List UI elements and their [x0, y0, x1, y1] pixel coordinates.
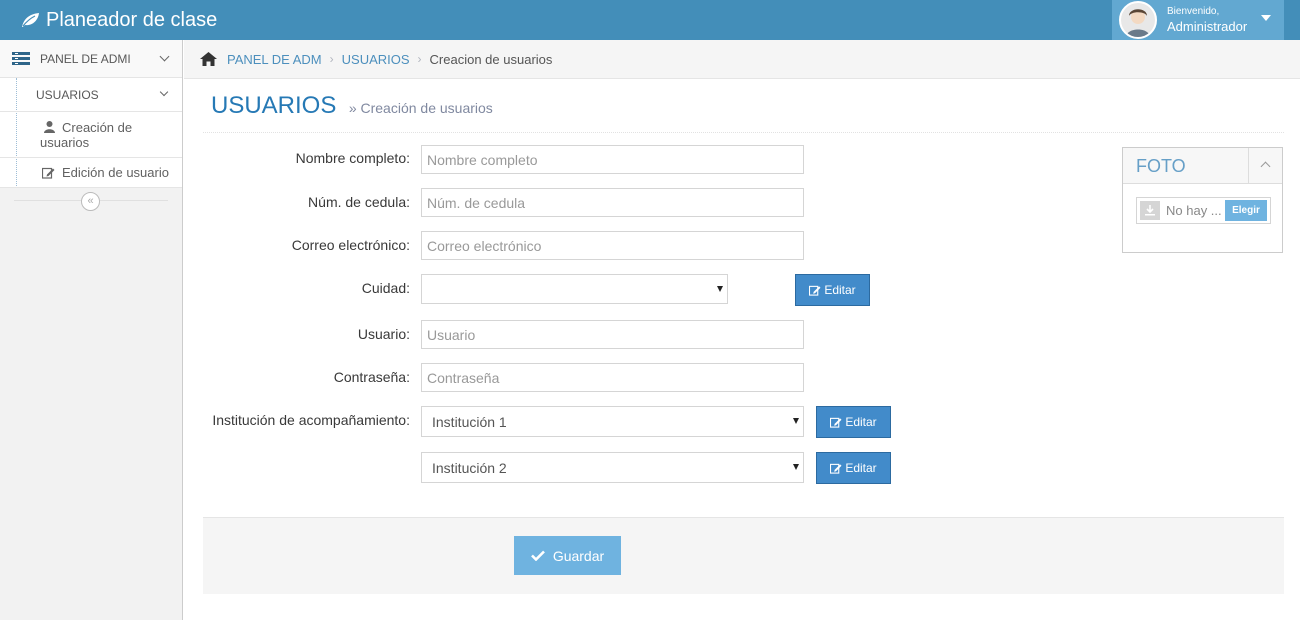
sidebar: PANEL DE ADMI USUARIOS Creación de usuar…	[0, 40, 183, 620]
sidebar-creacion-line2: usuarios	[40, 135, 90, 150]
breadcrumb-separator: ›	[329, 52, 334, 66]
dropdown-arrow-icon	[717, 286, 723, 292]
institucion-select-2[interactable]: Institución 2	[421, 452, 804, 483]
correo-input[interactable]	[421, 231, 804, 260]
breadcrumb-panel[interactable]: PANEL DE ADM	[227, 52, 322, 67]
sidebar-submenu: USUARIOS Creación de usuarios Edición de…	[0, 78, 182, 188]
app-brand[interactable]: Planeador de clase	[20, 6, 217, 34]
usuario-input[interactable]	[421, 320, 804, 349]
foto-widget-header: FOTO	[1123, 148, 1282, 184]
page-subtitle: » Creación de usuarios	[348, 100, 493, 116]
caret-down-icon	[1261, 15, 1271, 21]
foto-title: FOTO	[1136, 156, 1186, 176]
contrasena-label: Contraseña:	[333, 369, 410, 385]
save-button-label: Guardar	[552, 547, 605, 564]
institucion-select-2-value: Institución 2	[432, 459, 507, 476]
sidebar-edicion-label: Edición de usuario	[62, 165, 169, 180]
chevron-up-icon	[1260, 161, 1271, 172]
contrasena-input[interactable]	[421, 363, 804, 392]
page-header: USUARIOS » Creación de usuarios	[203, 80, 1284, 133]
double-chevron-left-icon[interactable]: «	[81, 192, 100, 211]
usuario-label: Usuario:	[357, 326, 410, 342]
nombre-input[interactable]	[421, 145, 804, 174]
user-avatar-icon	[1121, 3, 1155, 37]
user-icon	[44, 121, 55, 133]
dashboard-icon	[12, 51, 30, 65]
breadcrumb-active: Creacion de usuarios	[429, 51, 553, 67]
sidebar-item-panel[interactable]: PANEL DE ADMI	[0, 40, 182, 78]
edit-icon	[42, 167, 55, 179]
sidebar-usuarios-label: USUARIOS	[36, 87, 99, 102]
app-title: Planeador de clase	[46, 8, 218, 31]
institucion-label: Institución de acompañamiento:	[212, 412, 410, 428]
sidebar-panel-label: PANEL DE ADMI	[40, 51, 131, 66]
edit-institucion-2-label: Editar	[845, 461, 877, 475]
choose-file-button[interactable]: Elegir	[1225, 200, 1267, 221]
edit-icon	[809, 285, 821, 296]
cedula-label: Núm. de cedula:	[308, 194, 410, 210]
breadcrumb: PANEL DE ADM › USUARIOS › Creacion de us…	[184, 40, 1300, 79]
sidebar-item-usuarios[interactable]: USUARIOS	[0, 78, 182, 112]
chevron-down-icon	[159, 51, 170, 62]
form-actions: Guardar	[203, 517, 1284, 594]
foto-widget: FOTO No hay ... Elegir	[1122, 147, 1283, 253]
nombre-label: Nombre completo:	[295, 150, 410, 166]
breadcrumb-usuarios[interactable]: USUARIOS	[342, 52, 410, 67]
file-input-text: No hay ...	[1166, 203, 1222, 218]
user-menu[interactable]: Bienvenido, Administrador	[1112, 0, 1284, 40]
chevron-down-icon	[159, 87, 169, 97]
sidebar-collapse: «	[0, 188, 182, 214]
ciudad-select[interactable]	[421, 274, 728, 304]
check-icon	[530, 550, 545, 561]
user-greeting: Bienvenido,	[1167, 6, 1220, 17]
institucion-select-1[interactable]: Institución 1	[421, 406, 804, 437]
top-navbar: Planeador de clase Bienvenido, Administr…	[0, 0, 1300, 40]
avatar	[1119, 1, 1157, 39]
sidebar-creacion-line1: Creación de	[62, 120, 133, 135]
page-title: USUARIOS	[211, 92, 337, 119]
sidebar-item-edicion[interactable]: Edición de usuario	[0, 158, 182, 188]
file-input[interactable]: No hay ... Elegir	[1136, 197, 1271, 224]
collapse-widget-button[interactable]	[1248, 148, 1282, 183]
edit-ciudad-button[interactable]: Editar	[795, 274, 870, 306]
sidebar-item-creacion[interactable]: Creación de usuarios	[0, 112, 182, 158]
edit-icon	[830, 463, 842, 474]
user-name: Administrador	[1167, 19, 1248, 34]
institucion-select-1-value: Institución 1	[432, 413, 507, 430]
correo-label: Correo electrónico:	[291, 237, 410, 253]
edit-institucion-2-button[interactable]: Editar	[816, 452, 891, 484]
dropdown-arrow-icon	[793, 464, 799, 470]
save-button[interactable]: Guardar	[514, 536, 621, 575]
home-icon[interactable]	[200, 52, 217, 66]
edit-ciudad-label: Editar	[824, 283, 856, 297]
dropdown-arrow-icon	[793, 418, 799, 424]
leaf-icon	[22, 13, 39, 27]
breadcrumb-separator: ›	[417, 52, 422, 66]
cedula-input[interactable]	[421, 188, 804, 217]
upload-icon	[1140, 201, 1160, 220]
ciudad-label: Cuidad:	[361, 280, 410, 296]
edit-icon	[830, 417, 842, 428]
edit-institucion-1-button[interactable]: Editar	[816, 406, 891, 438]
edit-institucion-1-label: Editar	[845, 415, 877, 429]
